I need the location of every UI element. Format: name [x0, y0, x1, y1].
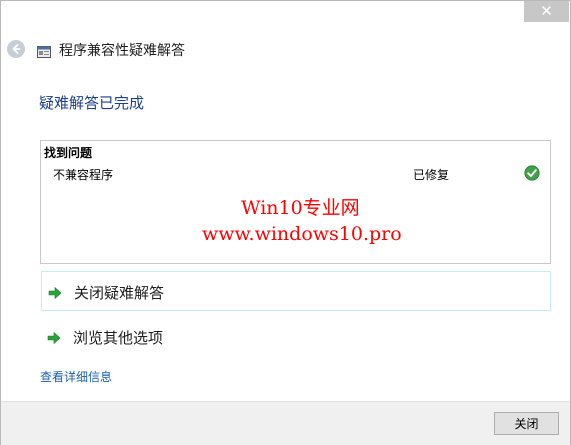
troubleshooter-icon: [37, 43, 51, 58]
watermark-url: www.windows10.pro: [202, 223, 402, 245]
troubleshooter-window: ✕ 程序兼容性疑难解答 疑难解答已完成 找到问题 不兼容程序 已修复 Win10…: [0, 0, 571, 445]
check-icon: [524, 165, 540, 181]
explore-other-options-command[interactable]: 浏览其他选项: [41, 317, 551, 357]
problem-status: 已修复: [413, 168, 450, 182]
problems-header: 找到问题: [44, 146, 93, 160]
close-troubleshooter-label: 关闭疑难解答: [74, 284, 165, 302]
back-arrow-icon[interactable]: [7, 40, 25, 58]
window-close-button[interactable]: ✕: [524, 1, 569, 22]
watermark-title: Win10专业网: [241, 197, 360, 219]
green-arrow-icon: [48, 285, 62, 300]
window-title: 程序兼容性疑难解答: [59, 43, 185, 59]
explore-other-options-label: 浏览其他选项: [73, 329, 164, 347]
navigation-bar: 程序兼容性疑难解答: [1, 31, 570, 69]
close-troubleshooter-command[interactable]: 关闭疑难解答: [41, 271, 551, 311]
problem-name: 不兼容程序: [53, 168, 114, 182]
footer-bar: 关闭: [1, 401, 570, 445]
view-details-link[interactable]: 查看详细信息: [40, 368, 112, 385]
green-arrow-icon: [47, 330, 61, 345]
title-bar: ✕: [1, 1, 570, 29]
close-button[interactable]: 关闭: [494, 412, 559, 435]
page-heading: 疑难解答已完成: [39, 94, 145, 112]
